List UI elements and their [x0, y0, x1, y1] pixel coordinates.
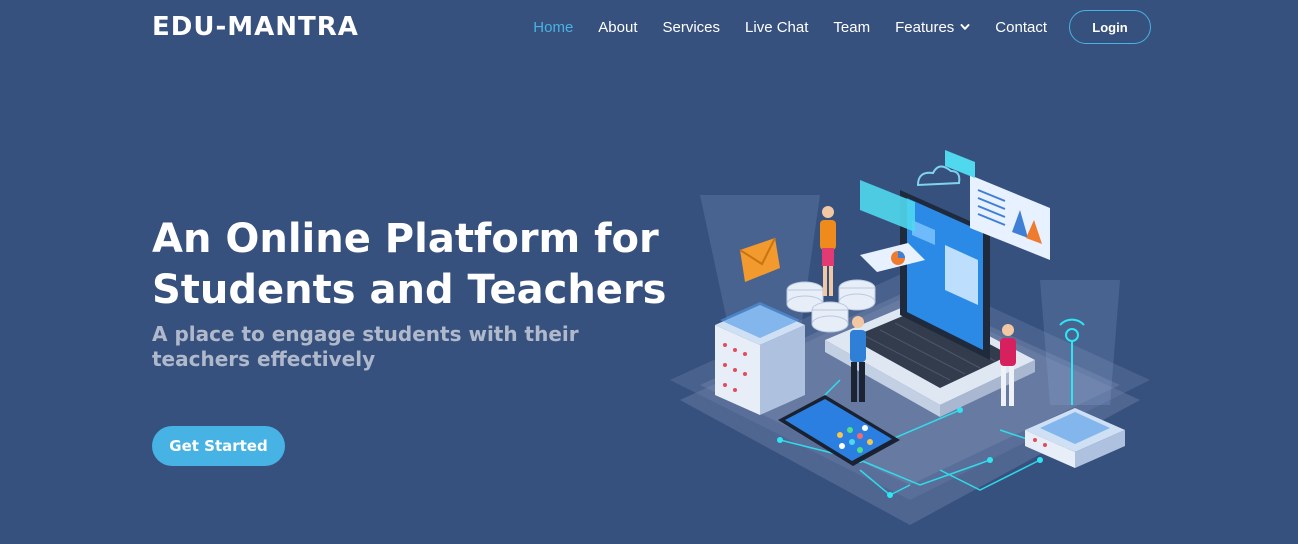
nav-live-chat[interactable]: Live Chat	[745, 19, 808, 36]
nav-contact[interactable]: Contact	[995, 19, 1047, 36]
hero-illustration	[670, 150, 1150, 525]
hero-title-line-2: Students and Teachers	[152, 267, 667, 313]
login-button[interactable]: Login	[1069, 10, 1151, 44]
nav-services[interactable]: Services	[663, 19, 721, 36]
nav-features-label: Features	[895, 18, 955, 36]
nav-features[interactable]: Features	[895, 19, 970, 36]
hero-title-line-1: An Online Platform for	[152, 216, 659, 262]
chevron-down-icon	[960, 24, 970, 30]
hero-subtitle: A place to engage students with their te…	[152, 322, 579, 371]
nav-team[interactable]: Team	[833, 19, 870, 36]
nav-about[interactable]: About	[598, 19, 637, 36]
site-logo[interactable]: EDU-MANTRA	[152, 12, 359, 42]
hero-title: An Online Platform for Students and Teac…	[152, 214, 667, 316]
nav-home[interactable]: Home	[533, 19, 573, 36]
page: EDU-MANTRA Home About Services Live Chat…	[0, 0, 1298, 544]
get-started-button[interactable]: Get Started	[152, 426, 285, 466]
main-nav: Home About Services Live Chat Team Featu…	[508, 10, 1151, 44]
